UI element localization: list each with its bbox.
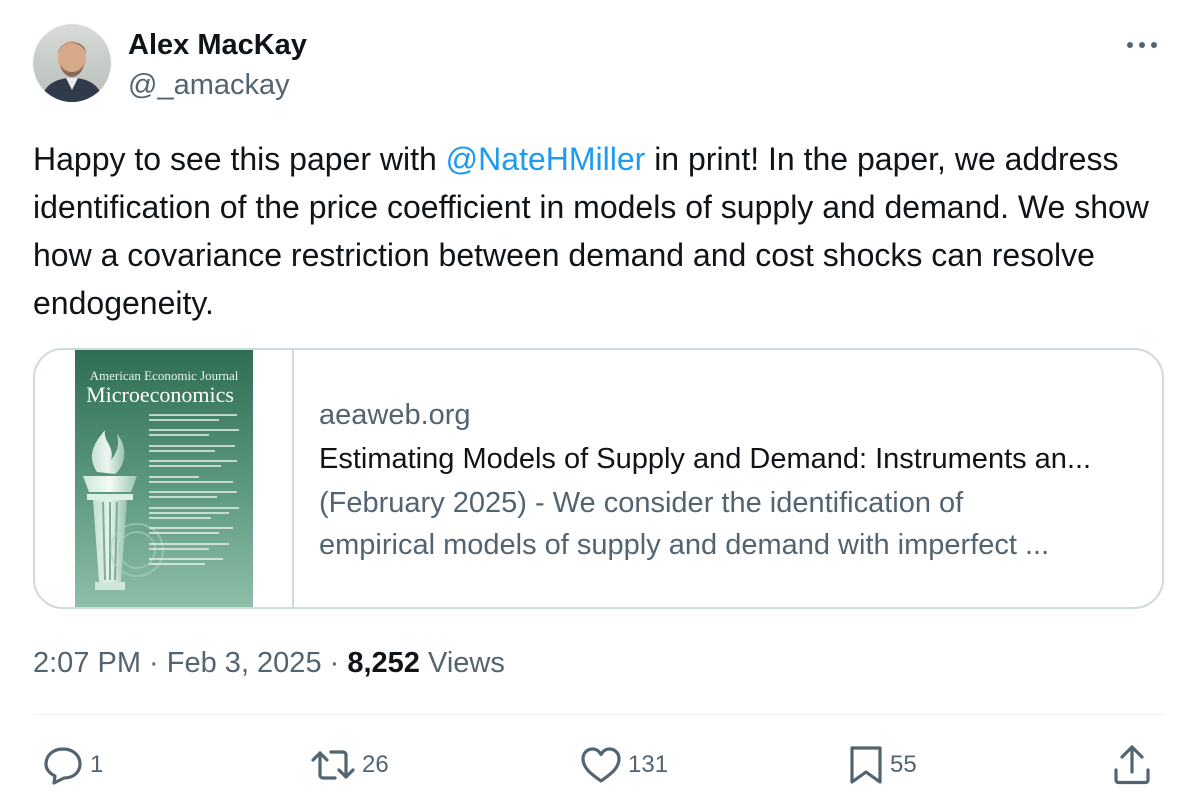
share-icon bbox=[1114, 745, 1150, 785]
action-bar: 1 26 131 55 bbox=[0, 740, 1196, 790]
retweet-button[interactable]: 26 bbox=[310, 740, 389, 790]
bookmark-button[interactable]: 55 bbox=[848, 740, 917, 790]
tweet-meta: 2:07 PM · Feb 3, 2025 · 8,252 Views bbox=[33, 644, 505, 682]
avatar[interactable] bbox=[33, 24, 111, 102]
divider bbox=[33, 714, 1164, 715]
cover-journal-title: Microeconomics bbox=[86, 382, 234, 407]
share-button[interactable] bbox=[1112, 740, 1152, 790]
like-count: 131 bbox=[628, 751, 669, 778]
bookmark-count: 55 bbox=[890, 751, 917, 778]
tweet-text: Happy to see this paper with @NateHMille… bbox=[33, 135, 1163, 327]
meta-separator: · bbox=[321, 647, 348, 679]
reply-icon bbox=[44, 747, 82, 785]
more-button[interactable] bbox=[1120, 28, 1164, 62]
tweet-date[interactable]: Feb 3, 2025 bbox=[167, 647, 322, 679]
bookmark-icon bbox=[850, 746, 882, 784]
more-icon bbox=[1127, 42, 1157, 48]
card-description-line: empirical models of supply and demand wi… bbox=[319, 529, 1050, 561]
views-count: 8,252 bbox=[347, 647, 420, 679]
meta-separator: · bbox=[141, 647, 167, 679]
card-description: (February 2025) - We consider the identi… bbox=[319, 482, 1162, 566]
avatar-photo bbox=[33, 24, 111, 102]
author-name[interactable]: Alex MacKay bbox=[128, 28, 307, 62]
journal-cover: American Economic Journal Microeconomics bbox=[75, 350, 253, 607]
like-button[interactable]: 131 bbox=[580, 740, 668, 790]
card-description-line: (February 2025) - We consider the identi… bbox=[319, 487, 964, 519]
retweet-count: 26 bbox=[362, 751, 389, 778]
tweet-time[interactable]: 2:07 PM bbox=[33, 647, 141, 679]
author-handle[interactable]: @_amackay bbox=[128, 68, 290, 102]
link-card[interactable]: American Economic Journal Microeconomics bbox=[33, 348, 1164, 609]
reply-count: 1 bbox=[90, 751, 104, 778]
card-body: aeaweb.org Estimating Models of Supply a… bbox=[294, 350, 1162, 607]
retweet-icon bbox=[311, 750, 355, 780]
mention-link[interactable]: @NateHMiller bbox=[446, 141, 646, 177]
card-media: American Economic Journal Microeconomics bbox=[35, 350, 294, 607]
tweet-text-start: Happy to see this paper with bbox=[33, 141, 446, 177]
views-label: Views bbox=[419, 647, 505, 679]
like-icon bbox=[581, 747, 621, 783]
card-title: Estimating Models of Supply and Demand: … bbox=[319, 443, 1092, 475]
reply-button[interactable]: 1 bbox=[42, 740, 103, 790]
card-domain: aeaweb.org bbox=[319, 399, 471, 431]
cover-journal-name: American Economic Journal bbox=[90, 368, 239, 383]
